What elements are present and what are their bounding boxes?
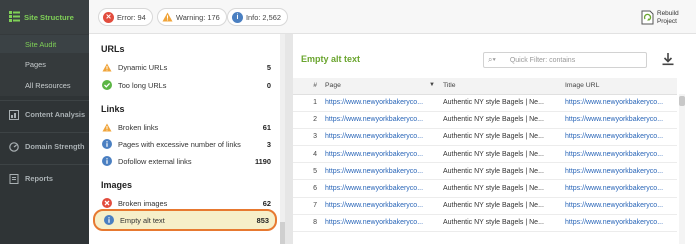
page-url-link[interactable]: https://www.newyorkbakeryco... [321,197,439,215]
sidebar-header-label: Site Structure [24,12,74,22]
error-count-badge[interactable]: ✕ Error: 94 [98,8,153,26]
column-header-page[interactable]: Page ▼ [321,78,439,95]
issue-row-too-long-urls[interactable]: Too long URLs 0 [93,76,277,94]
row-number: 7 [293,197,321,215]
issue-row-broken-links[interactable]: Broken links 61 [93,118,277,136]
table-scrollbar-thumb[interactable] [679,96,685,106]
info-icon [104,215,114,225]
table-row[interactable]: 5 https://www.newyorkbakeryco... Authentic… [293,162,677,181]
info-icon [102,139,112,149]
rebuild-project-button[interactable]: Rebuild Project [641,5,689,31]
pane-splitter[interactable] [285,34,293,244]
page-title-cell: Authentic NY style Bagels | Ne... [439,214,561,233]
gauge-icon [9,141,19,152]
page-url-link[interactable]: https://www.newyorkbakeryco... [321,179,439,198]
sidebar-item-label: Reports [25,174,53,183]
page-title-cell: Authentic NY style Bagels | Ne... [439,179,561,198]
top-bar: ✕ Error: 94 Warning: 176 i Info: 2,562 R… [89,0,696,34]
warning-icon [102,62,112,72]
page-url-link[interactable]: https://www.newyorkbakeryco... [321,145,439,164]
warning-icon [162,12,173,22]
search-icon: ⌕▾ [488,55,496,64]
warning-icon [102,122,112,132]
section-title-urls: URLs [101,44,125,54]
issue-row-excessive-links[interactable]: Pages with excessive number of links 3 [93,135,277,153]
report-icon [9,173,19,184]
rebuild-icon [641,10,654,27]
page-title-cell: Authentic NY style Bagels | Ne... [439,111,561,129]
page-url-link[interactable]: https://www.newyorkbakeryco... [321,111,439,129]
quick-filter-input[interactable]: ⌕▾ Quick Filter: contains [483,52,647,68]
info-icon: i [232,11,243,23]
row-number: 1 [293,94,321,112]
page-url-link[interactable]: https://www.newyorkbakeryco... [321,214,439,233]
image-url-link[interactable]: https://www.newyorkbakeryco... [561,214,677,233]
sidebar-item-content-analysis[interactable]: Content Analysis [0,100,89,128]
sidebar-item-label: Content Analysis [25,110,86,119]
sidebar-item-all-resources[interactable]: All Resources [0,76,89,94]
error-icon [102,198,112,208]
sidebar-header-site-structure[interactable]: Site Structure [0,0,89,34]
table-row[interactable]: 7 https://www.newyorkbakeryco... Authentic… [293,197,677,215]
page-url-link[interactable]: https://www.newyorkbakeryco... [321,128,439,147]
image-url-link[interactable]: https://www.newyorkbakeryco... [561,145,677,164]
results-table: # Page ▼ Title Image URL 1 https://www.ne… [293,78,677,233]
image-url-link[interactable]: https://www.newyorkbakeryco... [561,128,677,147]
site-structure-icon [9,10,20,24]
table-row[interactable]: 3 https://www.newyorkbakeryco... Authentic… [293,128,677,147]
issue-row-dofollow-external-links[interactable]: Dofollow external links 1190 [93,152,277,170]
image-url-link[interactable]: https://www.newyorkbakeryco... [561,162,677,181]
sidebar-item-site-audit[interactable]: Site Audit [0,35,89,53]
checkmark-icon [102,80,112,90]
sidebar-item-reports[interactable]: Reports [0,164,89,192]
column-header-number[interactable]: # [293,78,321,95]
table-row[interactable]: 4 https://www.newyorkbakeryco... Authentic… [293,145,677,164]
info-icon [102,156,112,166]
row-number: 3 [293,128,321,147]
details-title: Empty alt text [301,54,361,64]
image-url-link[interactable]: https://www.newyorkbakeryco... [561,111,677,129]
sidebar-item-label: Domain Strength [25,142,85,151]
row-number: 4 [293,145,321,164]
download-icon[interactable] [661,52,675,66]
row-number: 2 [293,111,321,129]
page-title-cell: Authentic NY style Bagels | Ne... [439,145,561,164]
row-number: 6 [293,179,321,198]
warning-count-badge[interactable]: Warning: 176 [157,8,227,26]
page-title-cell: Authentic NY style Bagels | Ne... [439,128,561,147]
row-number: 5 [293,162,321,181]
image-url-link[interactable]: https://www.newyorkbakeryco... [561,197,677,215]
error-icon: ✕ [103,11,114,23]
column-header-title[interactable]: Title [439,78,561,95]
issues-pane: URLs Dynamic URLs 5 Too long URLs 0 Link… [89,34,283,244]
sidebar-item-pages[interactable]: Pages [0,55,89,73]
details-pane: Empty alt text ⌕▾ Quick Filter: contains… [293,34,696,244]
table-scrollbar[interactable] [679,94,685,244]
section-title-images: Images [101,180,133,190]
column-header-image-url[interactable]: Image URL [561,78,677,95]
page-title-cell: Authentic NY style Bagels | Ne... [439,197,561,215]
image-url-link[interactable]: https://www.newyorkbakeryco... [561,94,677,112]
sidebar-item-domain-strength[interactable]: Domain Strength [0,132,89,160]
table-row[interactable]: 1 https://www.newyorkbakeryco... Authentic… [293,94,677,112]
info-count-badge[interactable]: i Info: 2,562 [227,8,288,26]
table-row[interactable]: 2 https://www.newyorkbakeryco... Authentic… [293,111,677,129]
page-url-link[interactable]: https://www.newyorkbakeryco... [321,162,439,181]
content-icon [9,109,19,120]
issue-row-empty-alt-text[interactable]: Empty alt text 853 [93,209,277,231]
page-title-cell: Authentic NY style Bagels | Ne... [439,162,561,181]
issue-row-dynamic-urls[interactable]: Dynamic URLs 5 [93,58,277,76]
page-title-cell: Authentic NY style Bagels | Ne... [439,94,561,112]
section-title-links: Links [101,104,125,114]
image-url-link[interactable]: https://www.newyorkbakeryco... [561,179,677,198]
table-header-row: # Page ▼ Title Image URL [293,78,677,95]
table-row[interactable]: 8 https://www.newyorkbakeryco... Authentic… [293,214,677,233]
page-url-link[interactable]: https://www.newyorkbakeryco... [321,94,439,112]
table-row[interactable]: 6 https://www.newyorkbakeryco... Authentic… [293,179,677,198]
sort-desc-icon: ▼ [429,82,435,89]
row-number: 8 [293,214,321,233]
